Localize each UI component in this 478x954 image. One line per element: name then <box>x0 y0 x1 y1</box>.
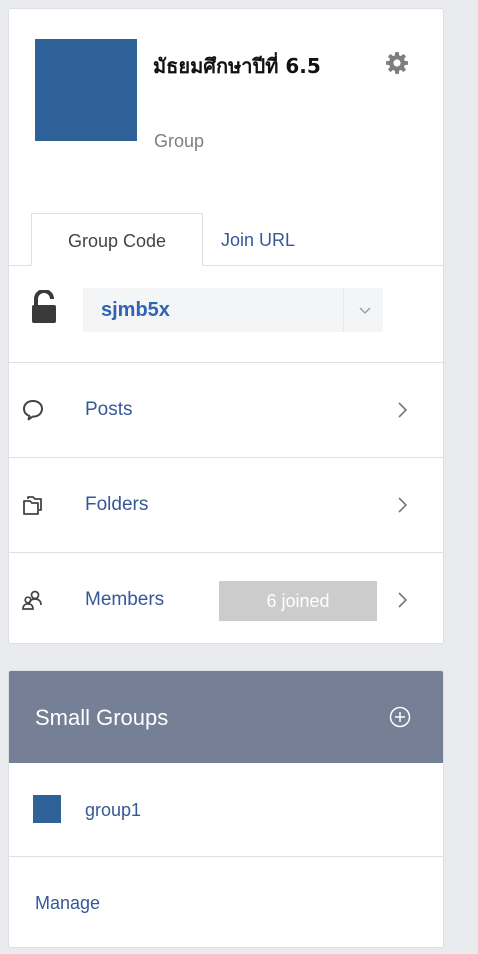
group-name[interactable]: มัธยมศึกษาปีที่ 6.5 <box>153 51 363 81</box>
members-icon <box>21 588 45 612</box>
small-groups-card: Small Groups group1 Manage <box>8 670 444 948</box>
tab-join-url[interactable]: Join URL <box>221 213 295 265</box>
small-group-name: group1 <box>85 800 142 820</box>
chevron-down-icon[interactable] <box>357 302 373 318</box>
chat-bubble-icon <box>21 398 45 422</box>
nav-label-members: Members <box>85 589 165 610</box>
manage-small-groups-link[interactable]: Manage <box>35 857 100 947</box>
group-cover-image[interactable] <box>35 39 137 141</box>
group-code-value: sjmb5x <box>101 299 170 321</box>
nav-item-members[interactable]: Members 6 joined <box>9 553 443 647</box>
nav-label-folders: Folders <box>85 494 149 515</box>
small-group-item[interactable]: group1 <box>9 763 443 857</box>
chevron-right-icon <box>395 591 409 609</box>
code-divider <box>343 288 344 332</box>
chevron-right-icon <box>395 496 409 514</box>
small-groups-header: Small Groups <box>9 671 443 763</box>
chevron-right-icon <box>395 401 409 419</box>
small-groups-title: Small Groups <box>35 705 169 730</box>
nav-item-posts[interactable]: Posts <box>9 363 443 458</box>
folders-icon <box>21 493 45 517</box>
small-group-color-swatch <box>33 795 61 823</box>
group-code-row: sjmb5x <box>9 266 443 363</box>
group-type-label: Group <box>154 131 205 151</box>
code-tabs: Group Code Join URL <box>9 213 443 266</box>
group-info-card: มัธยมศึกษาปีที่ 6.5 Group Group Code Joi… <box>8 8 444 644</box>
add-circle-icon[interactable] <box>389 706 411 728</box>
group-code-select[interactable]: sjmb5x <box>83 288 383 332</box>
nav-item-folders[interactable]: Folders <box>9 458 443 553</box>
members-joined-badge: 6 joined <box>219 581 377 621</box>
tab-group-code[interactable]: Group Code <box>31 213 203 266</box>
lock-icon <box>31 289 57 324</box>
group-sidebar: มัธยมศึกษาปีที่ 6.5 Group Group Code Joi… <box>0 0 478 954</box>
nav-label-posts: Posts <box>85 399 133 420</box>
gear-icon[interactable] <box>385 51 409 75</box>
